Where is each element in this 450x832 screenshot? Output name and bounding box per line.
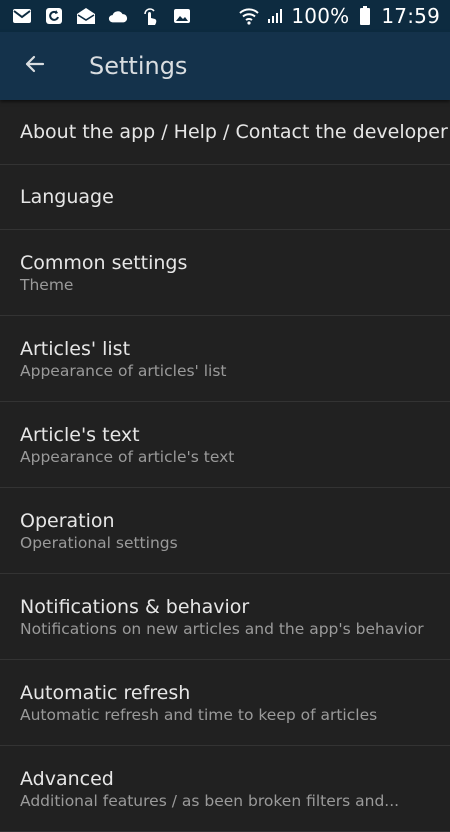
arrow-back-icon <box>23 52 47 80</box>
settings-item-title: Automatic refresh <box>20 681 191 704</box>
settings-item-article-text[interactable]: Article's text Appearance of article's t… <box>0 402 450 488</box>
settings-item-auto-refresh[interactable]: Automatic refresh Automatic refresh and … <box>0 660 450 746</box>
settings-item-notifications[interactable]: Notifications & behavior Notifications o… <box>0 574 450 660</box>
notification-icons <box>12 7 192 25</box>
settings-item-title: Notifications & behavior <box>20 595 250 618</box>
back-button[interactable] <box>11 42 59 90</box>
settings-item-subtitle: Appearance of articles' list <box>20 361 227 380</box>
settings-list: About the app / Help / Contact the devel… <box>0 100 450 832</box>
settings-item-subtitle: Appearance of article's text <box>20 447 235 466</box>
settings-item-title: Articles' list <box>20 337 131 360</box>
touch-icon <box>140 7 160 25</box>
settings-item-articles-list[interactable]: Articles' list Appearance of articles' l… <box>0 316 450 402</box>
settings-item-subtitle: Additional features / as been broken fil… <box>20 791 400 810</box>
settings-item-title: Operation <box>20 509 115 532</box>
page-title: Settings <box>89 52 188 80</box>
clock: 17:59 <box>381 4 440 28</box>
signal-icon <box>265 7 285 25</box>
settings-item-operation[interactable]: Operation Operational settings <box>0 488 450 574</box>
settings-item-title: About the app / Help / Contact the devel… <box>20 121 448 143</box>
settings-item-subtitle: Automatic refresh and time to keep of ar… <box>20 705 378 724</box>
settings-item-title: Common settings <box>20 251 188 274</box>
settings-item-title: Article's text <box>20 423 140 446</box>
app-toolbar: Settings <box>0 32 450 100</box>
settings-item-title: Language <box>20 186 114 208</box>
sync-icon <box>44 7 64 25</box>
settings-item-advanced[interactable]: Advanced Additional features / as been b… <box>0 746 450 832</box>
status-bar: 100% 17:59 <box>0 0 450 32</box>
settings-item-subtitle: Operational settings <box>20 533 178 552</box>
settings-item-title: Advanced <box>20 767 114 790</box>
system-status: 100% 17:59 <box>239 4 440 28</box>
battery-level: 100% <box>291 4 350 28</box>
settings-item-subtitle: Notifications on new articles and the ap… <box>20 619 424 638</box>
mail-open-icon <box>76 7 96 25</box>
settings-item-about[interactable]: About the app / Help / Contact the devel… <box>0 100 450 165</box>
cloud-icon <box>108 7 128 25</box>
wifi-icon <box>239 7 260 25</box>
battery-icon <box>355 6 375 25</box>
email-icon <box>12 7 32 25</box>
settings-item-subtitle: Theme <box>20 275 74 294</box>
settings-item-common[interactable]: Common settings Theme <box>0 230 450 316</box>
image-icon <box>172 7 192 25</box>
settings-item-language[interactable]: Language <box>0 165 450 230</box>
